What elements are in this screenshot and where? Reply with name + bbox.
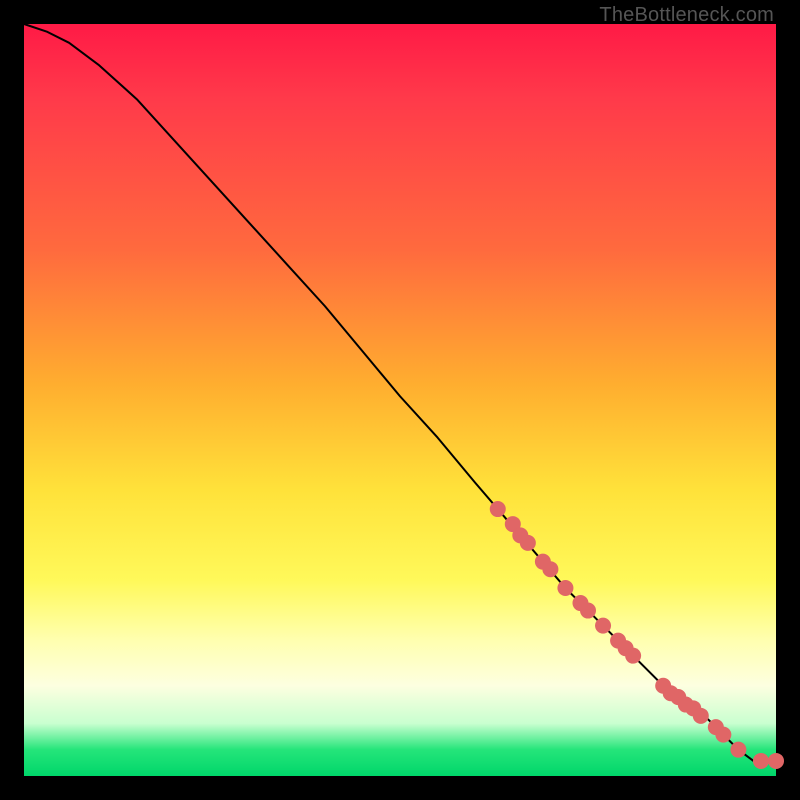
data-point xyxy=(520,535,536,551)
data-point xyxy=(542,561,558,577)
data-point xyxy=(693,708,709,724)
chart-frame: TheBottleneck.com xyxy=(0,0,800,800)
data-point xyxy=(730,742,746,758)
data-point xyxy=(580,603,596,619)
data-markers xyxy=(490,501,784,769)
data-point xyxy=(753,753,769,769)
data-point xyxy=(490,501,506,517)
data-point xyxy=(625,648,641,664)
curve-line xyxy=(24,24,776,761)
plot-area xyxy=(24,24,776,776)
data-point xyxy=(557,580,573,596)
data-point xyxy=(595,618,611,634)
data-point xyxy=(768,753,784,769)
data-point xyxy=(715,727,731,743)
chart-svg xyxy=(24,24,776,776)
watermark-text: TheBottleneck.com xyxy=(599,4,774,27)
